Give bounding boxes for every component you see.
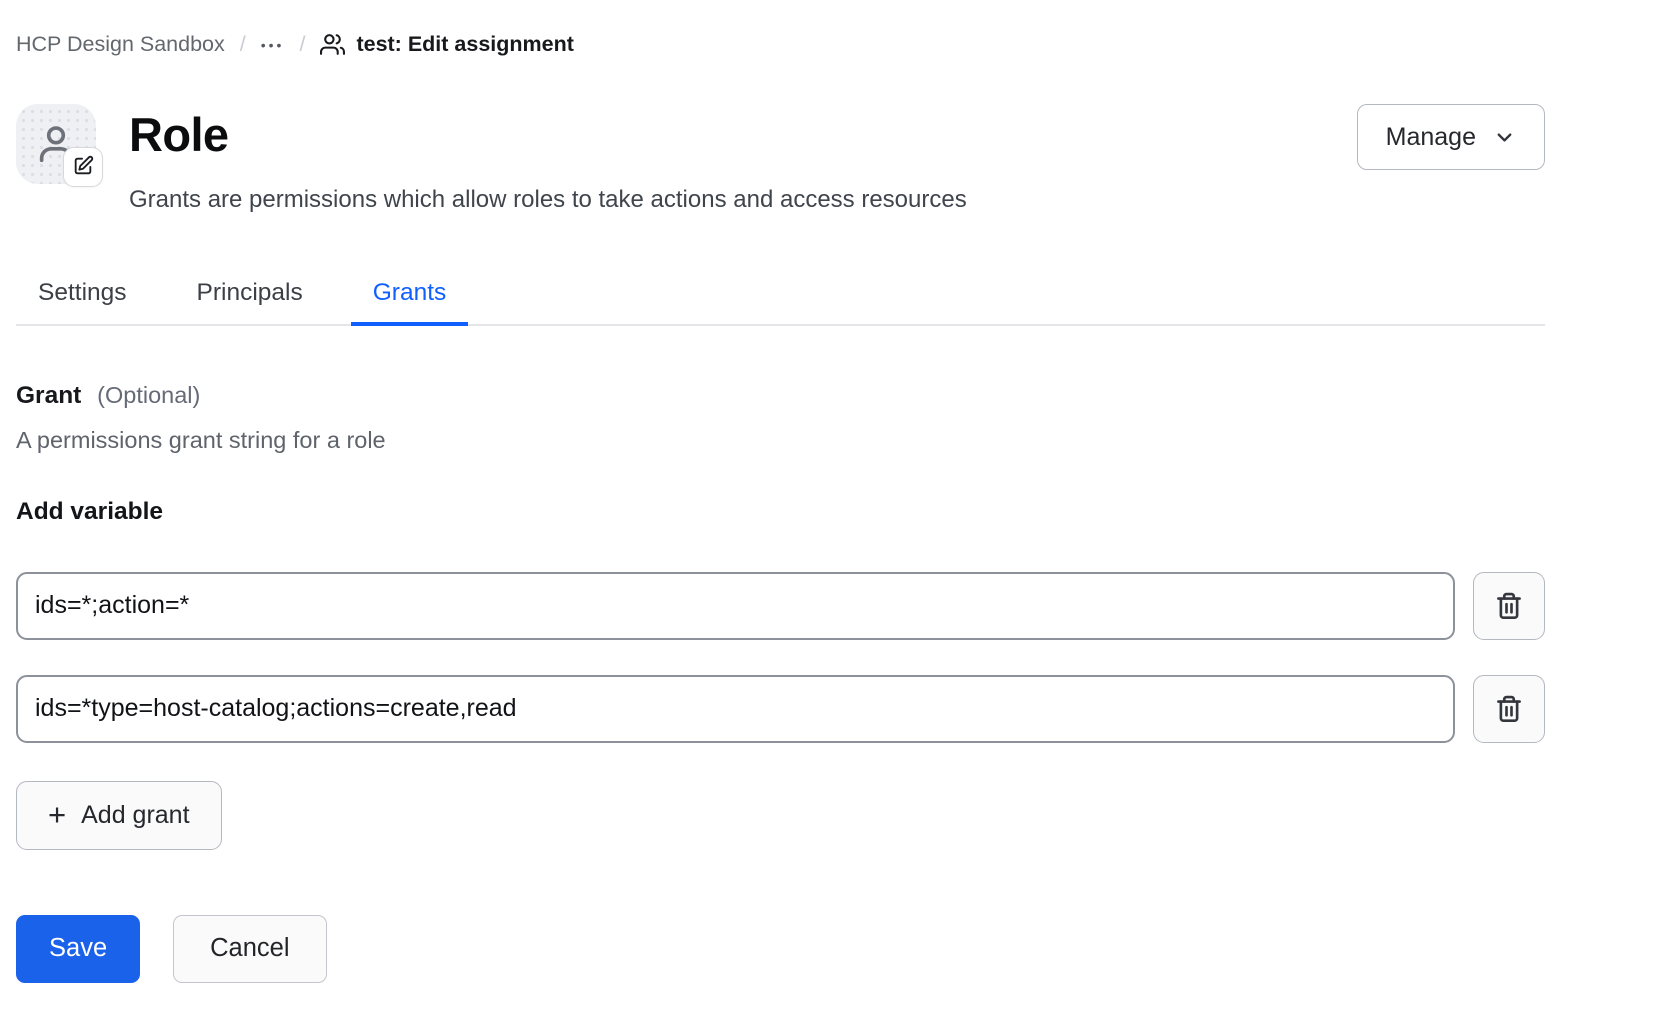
breadcrumb-current-label: test: Edit assignment (356, 32, 573, 57)
delete-grant-button-1[interactable] (1473, 572, 1545, 640)
edit-avatar-button[interactable] (63, 147, 103, 187)
grant-input-2[interactable] (16, 675, 1455, 743)
role-avatar (16, 104, 96, 184)
cancel-button[interactable]: Cancel (173, 915, 326, 983)
grant-row (16, 675, 1545, 743)
breadcrumb-separator: / (240, 32, 246, 57)
tab-bar: Settings Principals Grants (16, 279, 1545, 326)
breadcrumb-separator: / (299, 32, 305, 57)
breadcrumb-collapsed-items[interactable]: ••• (261, 37, 285, 53)
save-button[interactable]: Save (16, 915, 140, 983)
users-icon (320, 32, 345, 57)
grant-field-label: Grant (Optional) (16, 382, 1545, 410)
page-title: Role (129, 104, 967, 165)
grants-form: Grant (Optional) A permissions grant str… (16, 382, 1545, 850)
manage-button[interactable]: Manage (1357, 104, 1545, 170)
trash-icon (1494, 591, 1524, 621)
role-grants-page: HCP Design Sandbox / ••• / test: Edit as… (0, 0, 1672, 983)
tab-principals[interactable]: Principals (175, 279, 325, 326)
trash-icon (1494, 694, 1524, 724)
grant-input-1[interactable] (16, 572, 1455, 640)
plus-icon: + (48, 799, 66, 830)
delete-grant-button-2[interactable] (1473, 675, 1545, 743)
breadcrumb-item-current: test: Edit assignment (320, 32, 573, 57)
page-subtitle: Grants are permissions which allow roles… (129, 186, 967, 215)
grant-helper-text: A permissions grant string for a role (16, 427, 1545, 454)
add-variable-label: Add variable (16, 498, 1545, 526)
grant-row (16, 572, 1545, 640)
breadcrumb: HCP Design Sandbox / ••• / test: Edit as… (16, 29, 1545, 59)
manage-button-label: Manage (1386, 123, 1476, 152)
grant-optional-label: (Optional) (97, 382, 200, 408)
page-header: Role Grants are permissions which allow … (16, 104, 1545, 215)
edit-icon (72, 155, 94, 180)
chevron-down-icon (1493, 126, 1516, 149)
form-actions: Save Cancel (16, 915, 1545, 983)
add-grant-label: Add grant (81, 801, 189, 830)
grant-label: Grant (16, 382, 81, 409)
tab-settings[interactable]: Settings (16, 279, 149, 326)
add-grant-button[interactable]: + Add grant (16, 781, 222, 850)
title-block: Role Grants are permissions which allow … (129, 104, 967, 215)
tab-grants[interactable]: Grants (351, 279, 469, 326)
breadcrumb-item-hcp-design-sandbox[interactable]: HCP Design Sandbox (16, 32, 225, 57)
